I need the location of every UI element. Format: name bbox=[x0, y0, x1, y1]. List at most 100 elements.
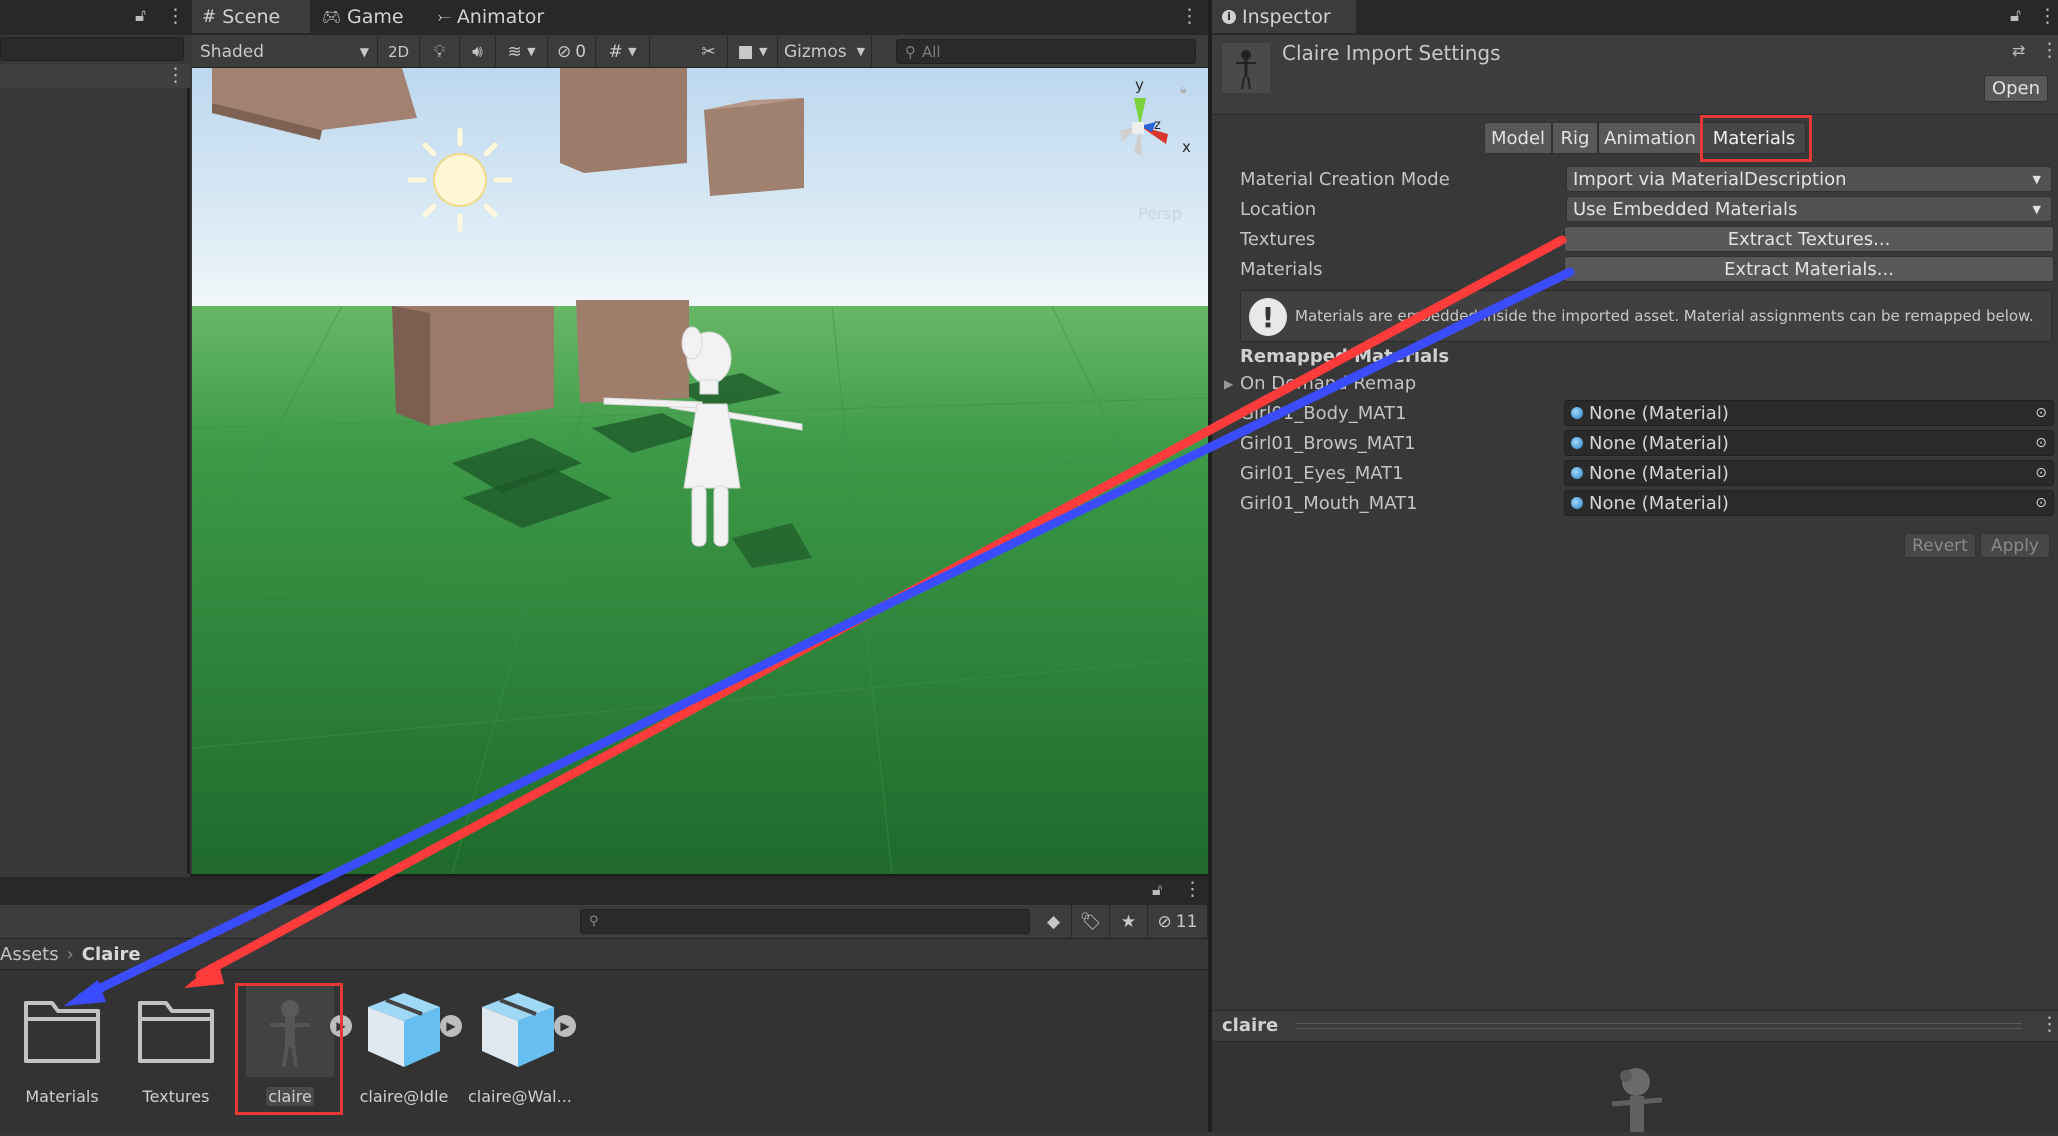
revert-button[interactable]: Revert bbox=[1904, 533, 1976, 558]
kebab-menu-icon[interactable]: ⋮ bbox=[2040, 1013, 2058, 1035]
remap-name: Girl01_Eyes_MAT1 bbox=[1240, 463, 1404, 484]
on-demand-remap-foldout[interactable]: On Demand Remap bbox=[1240, 373, 1416, 394]
location-dropdown[interactable]: Use Embedded Materials ▼ bbox=[1566, 196, 2052, 222]
hidden-packages-toggle[interactable]: ⊘ 11 bbox=[1148, 905, 1208, 938]
location-label: Location bbox=[1240, 199, 1317, 220]
asset-name: Materials bbox=[25, 1087, 99, 1106]
expand-play-icon[interactable]: ▶ bbox=[554, 1015, 576, 1037]
folder-icon bbox=[24, 1001, 100, 1063]
search-by-label-button[interactable]: 🏷︎ bbox=[1072, 905, 1110, 938]
apply-button[interactable]: Apply bbox=[1980, 533, 2050, 558]
grid-dropdown[interactable]: # ▼ bbox=[596, 35, 650, 68]
remap-name: Girl01_Body_MAT1 bbox=[1240, 403, 1407, 424]
grid-icon: # bbox=[202, 6, 217, 27]
remap-object-field[interactable]: None (Material) ⊙ bbox=[1564, 460, 2054, 486]
asset-item[interactable]: Materials bbox=[12, 985, 112, 1106]
shading-mode-label: Shaded bbox=[200, 41, 265, 62]
extract-textures-button[interactable]: Extract Textures... bbox=[1564, 226, 2054, 252]
remap-object-field[interactable]: None (Material) ⊙ bbox=[1564, 490, 2054, 516]
lighting-toggle-button[interactable]: 💡︎ bbox=[420, 35, 460, 68]
favorites-button[interactable]: ★ bbox=[1110, 905, 1148, 938]
model-preview[interactable] bbox=[1212, 1042, 2058, 1132]
tab-game[interactable]: 🎮︎ Game bbox=[312, 0, 424, 33]
remap-value: None (Material) bbox=[1589, 432, 1729, 454]
search-by-type-button[interactable]: ◆ bbox=[1036, 905, 1072, 938]
kebab-menu-icon[interactable]: ⋮ bbox=[166, 64, 185, 86]
object-picker-icon[interactable]: ⊙ bbox=[2035, 495, 2047, 511]
2d-toggle-button[interactable]: 2D bbox=[378, 35, 420, 68]
breadcrumb-current[interactable]: Claire bbox=[82, 944, 141, 965]
tab-rig[interactable]: Rig bbox=[1552, 122, 1598, 154]
asset-name: claire@Idle bbox=[359, 1087, 449, 1106]
tag-icon: 🏷︎ bbox=[1079, 911, 1102, 932]
scene-search-placeholder: All bbox=[922, 42, 941, 61]
project-search-input[interactable]: ⚲ bbox=[580, 909, 1030, 934]
expand-play-icon[interactable]: ▶ bbox=[440, 1015, 462, 1037]
tab-scene[interactable]: # Scene bbox=[192, 0, 310, 33]
perspective-label[interactable]: Persp bbox=[1138, 204, 1182, 223]
kebab-menu-icon[interactable]: ⋮ bbox=[166, 5, 185, 27]
speaker-icon: 🔊︎ bbox=[472, 41, 483, 62]
kebab-menu-icon[interactable]: ⋮ bbox=[2040, 39, 2058, 61]
preset-icon[interactable]: ⇄ bbox=[2012, 41, 2025, 60]
gizmo-lock-icon[interactable]: 🔒︎ bbox=[1180, 82, 1186, 97]
remap-object-field[interactable]: None (Material) ⊙ bbox=[1564, 430, 2054, 456]
material-dot-icon bbox=[1571, 467, 1583, 479]
lock-icon[interactable]: 🔓︎ bbox=[1152, 880, 1162, 900]
search-icon: ⚲ bbox=[589, 914, 599, 929]
tab-animator[interactable]: ⤚ Animator bbox=[428, 0, 568, 33]
camera-dropdown[interactable]: ■ ▼ bbox=[728, 35, 778, 68]
info-icon: i bbox=[1222, 9, 1236, 24]
lock-icon[interactable]: 🔓︎ bbox=[135, 6, 146, 26]
foldout-arrow-icon[interactable]: ▶ bbox=[1224, 377, 1233, 391]
tools-button[interactable]: ✂ bbox=[690, 35, 728, 68]
tab-animation[interactable]: Animation bbox=[1598, 122, 1702, 154]
gizmo-axis-z: z bbox=[1154, 118, 1161, 133]
tab-inspector[interactable]: i Inspector bbox=[1212, 0, 1356, 33]
asset-item[interactable]: ▶ claire@Idle bbox=[354, 985, 462, 1106]
open-button[interactable]: Open bbox=[1984, 75, 2048, 102]
gizmo-axis-x: x bbox=[1182, 138, 1191, 156]
material-creation-mode-label: Material Creation Mode bbox=[1240, 169, 1450, 190]
scene-view[interactable]: y z x 🔒︎ Persp bbox=[192, 68, 1208, 874]
object-picker-icon[interactable]: ⊙ bbox=[2035, 435, 2047, 451]
search-icon: ⚲ bbox=[905, 42, 916, 61]
star-icon: ★ bbox=[1120, 911, 1137, 932]
kebab-menu-icon[interactable]: ⋮ bbox=[2038, 5, 2057, 27]
preview-title: claire bbox=[1222, 1015, 1279, 1036]
shading-mode-dropdown[interactable]: Shaded ▼ bbox=[192, 35, 378, 68]
animator-icon: ⤚ bbox=[438, 6, 451, 26]
breadcrumb-root[interactable]: Assets bbox=[0, 944, 59, 965]
remap-value: None (Material) bbox=[1589, 462, 1729, 484]
chevron-right-icon: › bbox=[66, 943, 74, 965]
breadcrumb: Assets › Claire bbox=[0, 939, 1208, 969]
object-picker-icon[interactable]: ⊙ bbox=[2035, 465, 2047, 481]
eye-hidden-icon: ⊘ bbox=[556, 41, 572, 62]
extract-materials-button[interactable]: Extract Materials... bbox=[1564, 256, 2054, 282]
asset-name: Textures bbox=[142, 1087, 210, 1106]
gizmo-axis-y: y bbox=[1135, 76, 1144, 94]
drag-handle[interactable] bbox=[1296, 1023, 2022, 1029]
gizmos-dropdown[interactable]: Gizmos ▼ bbox=[778, 35, 872, 68]
lock-icon[interactable]: 🔓︎ bbox=[2010, 6, 2021, 26]
help-box: ! Materials are embedded inside the impo… bbox=[1240, 290, 2052, 342]
kebab-menu-icon[interactable]: ⋮ bbox=[1180, 5, 1199, 27]
eye-hidden-icon: ⊘ bbox=[1157, 911, 1172, 932]
scene-search-input[interactable]: ⚲ All bbox=[896, 39, 1196, 64]
audio-toggle-button[interactable]: 🔊︎ bbox=[460, 35, 496, 68]
kebab-menu-icon[interactable]: ⋮ bbox=[1183, 878, 1202, 900]
tab-model[interactable]: Model bbox=[1484, 122, 1552, 154]
directional-light-icon bbox=[407, 127, 513, 233]
asset-item[interactable]: ▶ claire@Wal... bbox=[468, 985, 576, 1106]
scene-visibility-toggle[interactable]: ⊘ 0 bbox=[548, 35, 596, 68]
asset-item[interactable]: Textures bbox=[126, 985, 226, 1106]
remap-object-field[interactable]: None (Material) ⊙ bbox=[1564, 400, 2054, 426]
object-picker-icon[interactable]: ⊙ bbox=[2035, 405, 2047, 421]
shapes-icon: ◆ bbox=[1046, 911, 1061, 932]
chevron-down-icon: ▼ bbox=[856, 45, 866, 58]
hidden-count: 0 bbox=[575, 41, 587, 62]
effects-dropdown[interactable]: ≋ ▼ bbox=[496, 35, 548, 68]
hierarchy-search-field[interactable] bbox=[0, 37, 184, 61]
prefab-cube-icon bbox=[482, 993, 554, 1067]
material-creation-mode-dropdown[interactable]: Import via MaterialDescription ▼ bbox=[1566, 166, 2052, 192]
